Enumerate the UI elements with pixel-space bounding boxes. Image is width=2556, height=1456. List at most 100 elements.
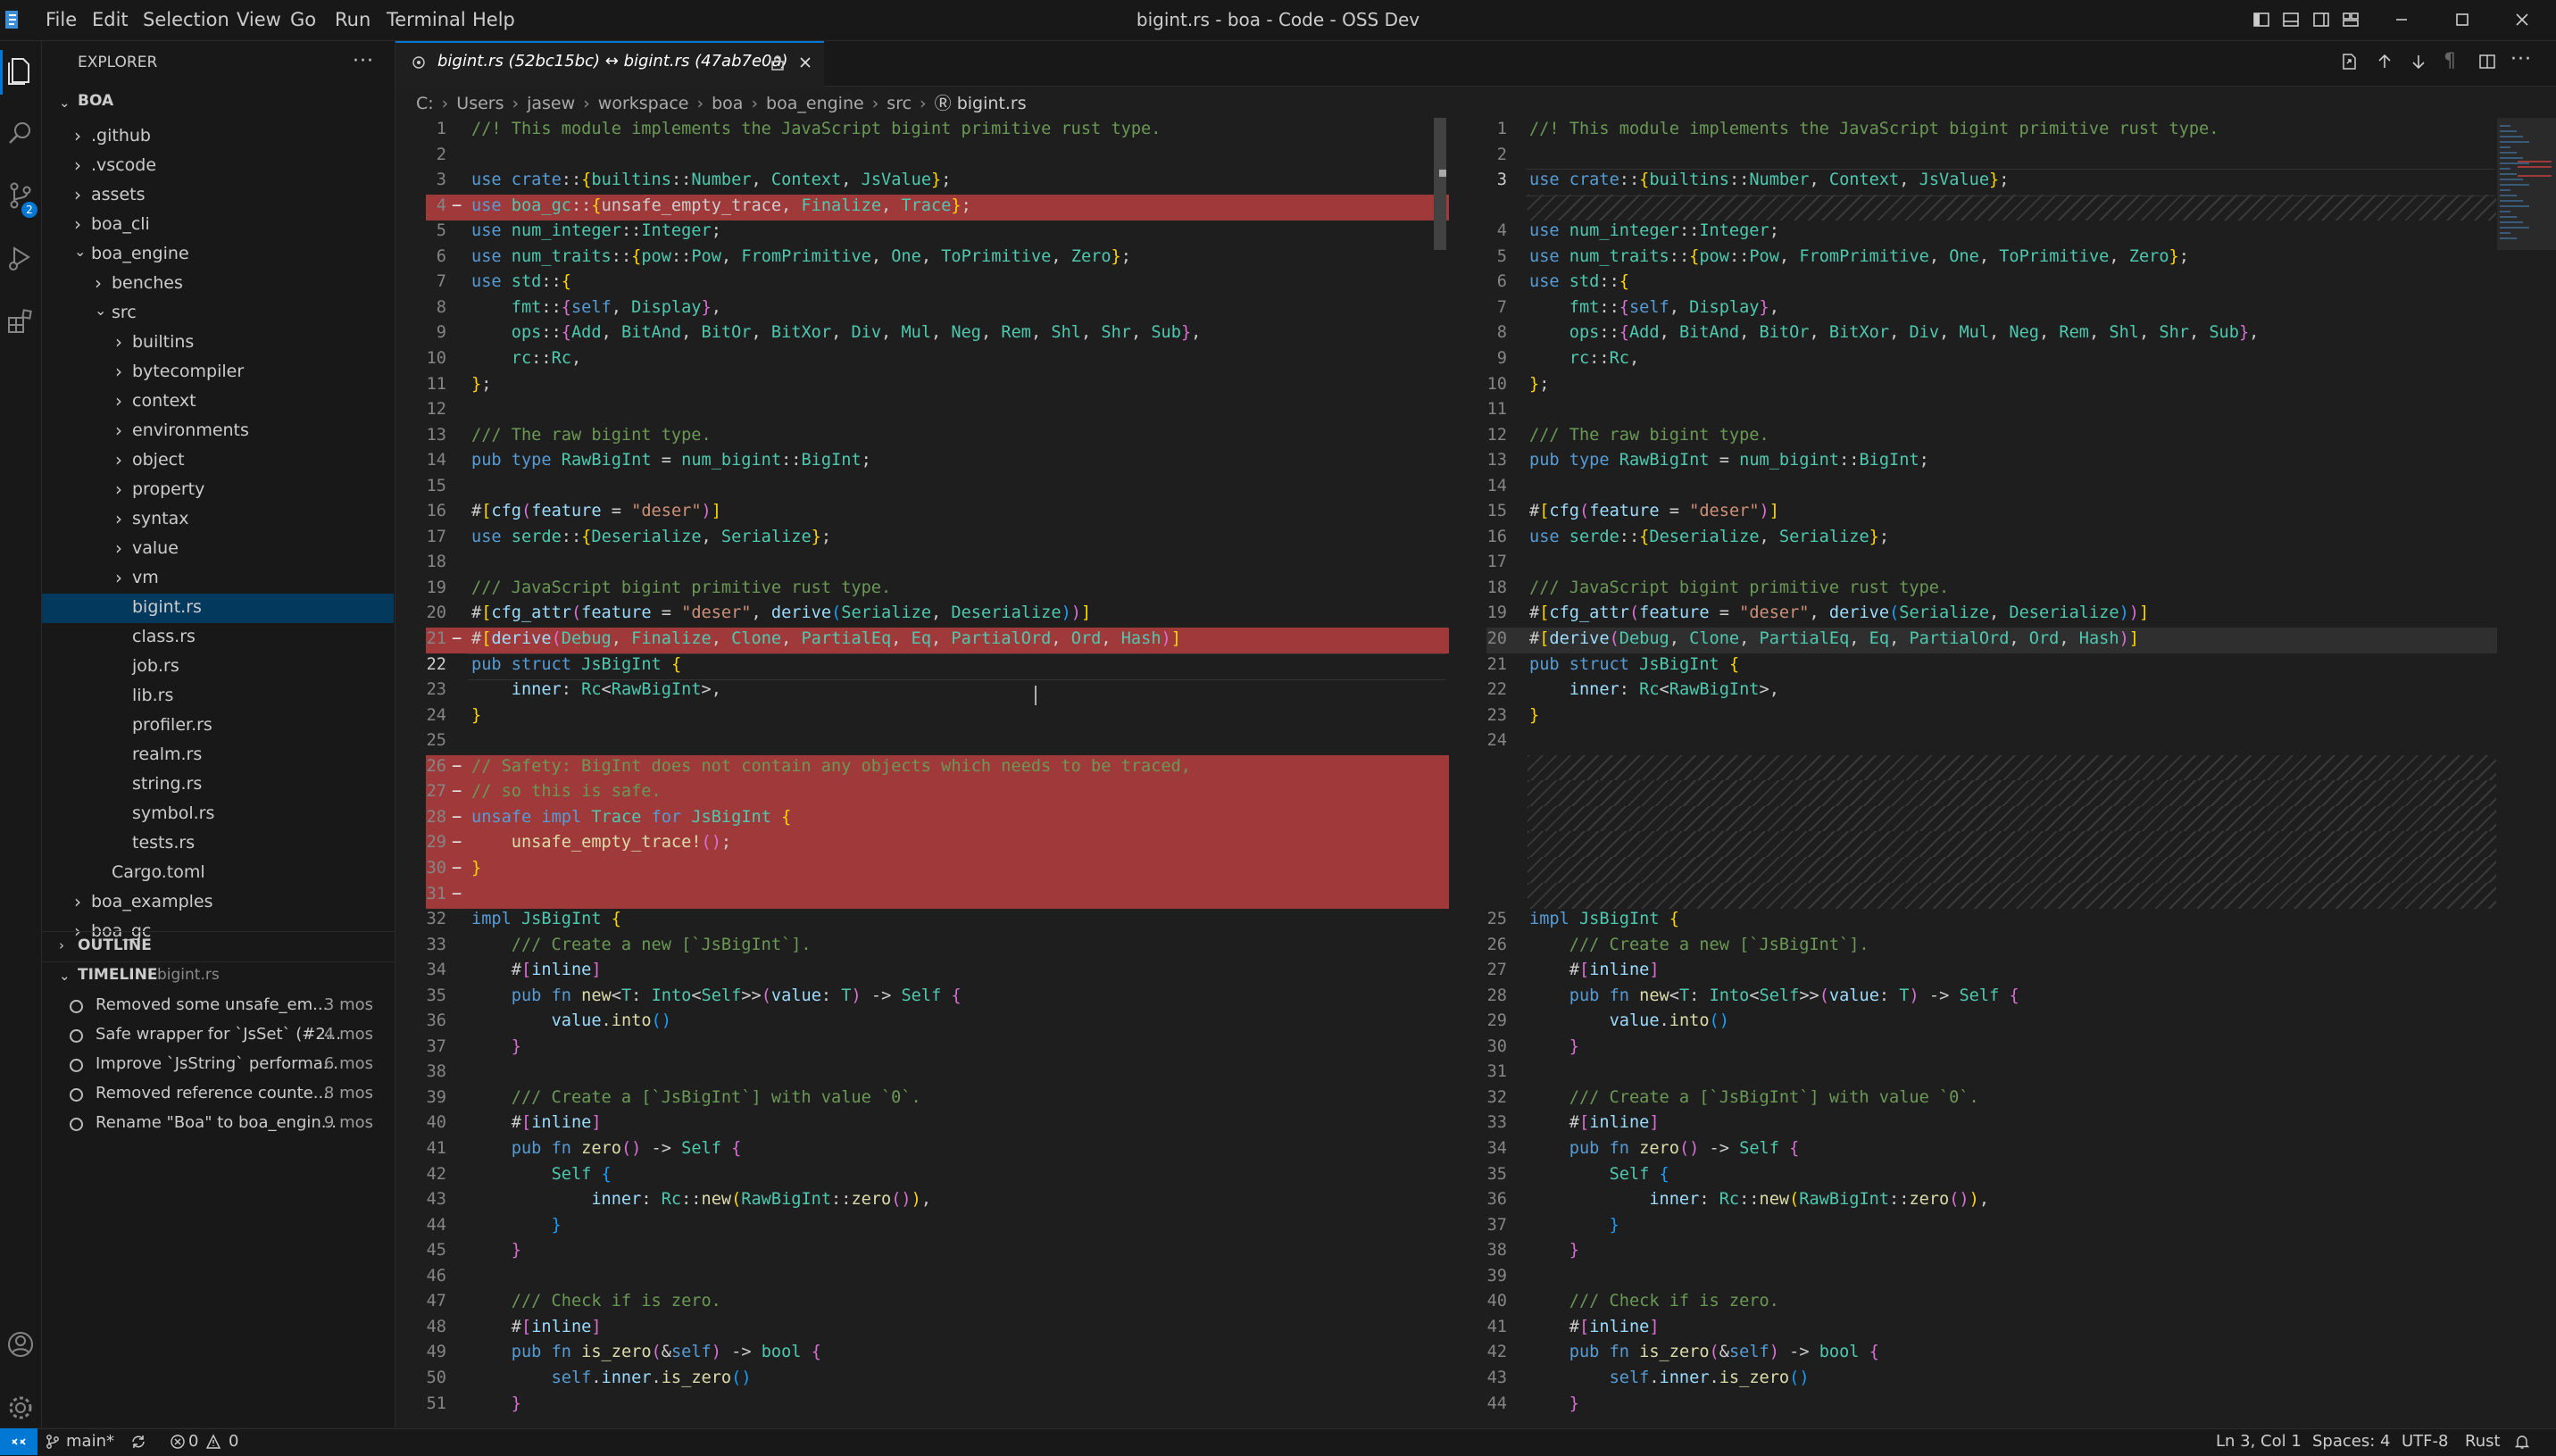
line-number: 48 [426,1317,446,1336]
next-change-icon[interactable] [2409,52,2428,71]
tree-file[interactable] [42,741,394,770]
tree-file[interactable] [42,653,394,682]
breadcrumb-item[interactable]: Users [456,94,504,113]
line-number: 21 [426,629,446,648]
breadcrumb-item[interactable]: src [887,94,912,113]
code-token: :: [1728,246,1750,266]
code-token: BitAnd [620,323,682,343]
extensions-icon[interactable] [4,304,37,337]
commit-icon [70,1059,83,1072]
open-file-icon[interactable] [2339,52,2359,71]
code-token: [ [1539,502,1550,521]
code-token: /// JavaScript bigint primitive rust typ… [1529,578,1950,597]
breadcrumb-item[interactable]: Ⓡ bigint.rs [935,94,1027,113]
pilcrow-icon[interactable]: ¶ [2444,50,2456,72]
code-token: use [471,272,502,292]
breadcrumb-item[interactable]: boa_engine [766,94,864,113]
split-editor-icon[interactable] [2477,52,2497,71]
toggle-secondary-sidebar-icon[interactable] [2312,11,2330,29]
previous-change-icon[interactable] [2375,52,2394,71]
code-token: ] [1080,603,1092,623]
tree-file[interactable] [42,770,394,800]
minimize-window-icon[interactable] [2393,11,2410,29]
tree-file[interactable] [42,800,394,829]
code-token: Shr [1101,323,1131,343]
tree-folder[interactable] [42,535,394,564]
maximize-window-icon[interactable] [2453,11,2471,29]
tree-file[interactable] [42,859,394,888]
tree-folder[interactable] [42,446,394,476]
code-token: , [701,527,721,546]
customize-layout-icon[interactable] [2342,11,2360,29]
explorer-icon[interactable] [4,54,37,87]
code-token: :: [1599,297,1619,317]
remote-indicator[interactable] [0,1428,37,1455]
tree-folder[interactable] [42,387,394,417]
code-token: , [1191,323,1202,343]
breadcrumb-item[interactable]: boa [712,94,743,113]
status-cursor-position[interactable]: Ln 3, Col 1 [2216,1432,2302,1451]
code-token: Self [1739,1139,1779,1158]
line-number: 36 [426,1011,446,1031]
minimap-code-line [2500,141,2529,143]
code-token: , [711,629,732,648]
status-indentation[interactable]: Spaces: 4 [2312,1432,2390,1451]
outline-section-header[interactable]: OUTLINE [78,936,152,954]
code-token: ( [731,1368,742,1387]
code-token: = [601,502,632,521]
status-branch[interactable]: main* [66,1432,114,1451]
status-language[interactable]: Rust [2465,1432,2501,1451]
code-token: ( [831,603,842,623]
close-tab-icon[interactable] [797,54,813,71]
code-token: new [1759,1190,1790,1210]
tree-file[interactable] [42,623,394,653]
line-number: 5 [1496,246,1507,266]
run-debug-icon[interactable] [4,241,37,275]
settings-gear-icon[interactable] [4,1391,37,1425]
tree-file[interactable] [42,711,394,741]
tree-folder[interactable] [42,564,394,594]
toggle-primary-sidebar-icon[interactable] [2252,11,2270,29]
explorer-more-actions-icon[interactable]: ··· [353,50,374,72]
line-number: 34 [1486,1139,1507,1158]
notifications-bell-icon[interactable] [2514,1434,2530,1450]
code-token: fn [1609,1343,1629,1362]
status-error-count[interactable]: 0 [188,1432,198,1451]
breadcrumb-item[interactable]: C: [416,94,434,113]
breadcrumb-item[interactable]: workspace [598,94,689,113]
tree-file[interactable] [42,682,394,711]
chevron-right-icon: › [583,94,590,113]
code-token: ; [961,196,971,215]
minimap-code-line [2500,189,2510,191]
code-token: : [1619,680,1640,700]
code-token: = [1659,502,1690,521]
tree-item-label: bigint.rs [132,597,202,617]
tree-folder[interactable] [42,505,394,535]
tree-folder[interactable] [42,476,394,505]
code-token: inline [1589,1113,1650,1133]
close-window-icon[interactable] [2513,11,2531,29]
left-scrollbar-thumb[interactable] [1434,118,1446,250]
line-number: 39 [1486,1266,1507,1285]
search-icon[interactable] [4,116,37,150]
account-icon[interactable] [4,1327,37,1361]
code-token: self [1728,1343,1769,1362]
breadcrumb-item[interactable]: jasew [527,94,575,113]
code-line: use num_integer::Integer; [471,221,721,240]
toggle-panel-icon[interactable] [2282,11,2300,29]
status-encoding[interactable]: UTF-8 [2402,1432,2448,1451]
sync-icon[interactable] [130,1434,146,1450]
code-token: BitOr [1759,323,1810,343]
tree-file[interactable] [42,594,394,623]
status-warning-count[interactable]: 0 [229,1432,238,1451]
more-actions-icon[interactable]: ··· [2510,48,2532,71]
tree-folder[interactable] [42,329,394,358]
timeline-section-header[interactable]: TIMELINE [78,966,157,984]
workspace-root[interactable]: BOA [78,92,113,110]
tree-file[interactable] [42,829,394,859]
